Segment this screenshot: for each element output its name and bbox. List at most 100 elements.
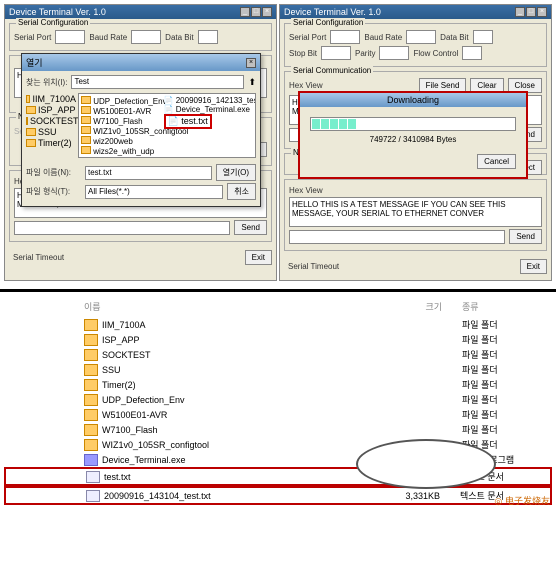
folder-icon [26,95,30,103]
right-app-window: Device Terminal Ver. 1.0 _ □ × Serial Co… [279,4,552,281]
file-type: 파일 폴더 [442,318,542,331]
explorer-header: 이름 크기 종류 [4,296,552,317]
file-item[interactable]: W7100_Flash [81,116,164,126]
explorer-row[interactable]: Timer(2)파일 폴더 [4,377,552,392]
col-size[interactable]: 크기 [382,300,442,313]
folder-icon [81,136,91,144]
sidebar-folder[interactable]: SOCKTEST [26,116,76,126]
network-send-input[interactable] [289,230,505,244]
maximize-icon[interactable]: □ [526,7,536,17]
folder-icon [81,116,91,124]
folder-icon [84,394,98,406]
minimize-icon[interactable]: _ [240,7,250,17]
file-name: IIM_7100A [102,320,382,330]
file-type: 파일 폴더 [442,363,542,376]
label-data-bit: Data Bit [440,33,468,42]
label-serial-port: Serial Port [14,33,51,42]
file-name: SOCKTEST [102,350,382,360]
progress-text: 749722 / 3410984 Bytes [310,135,516,144]
file-icon [86,471,100,483]
data-bit-select[interactable] [473,30,493,44]
folder-icon [84,349,98,361]
minimize-icon[interactable]: _ [515,7,525,17]
explorer-row[interactable]: SOCKTEST 파일 폴더 [4,347,552,362]
label-stop-bit: Stop Bit [289,49,317,58]
open-button[interactable]: 열기(O) [216,164,256,181]
look-in-select[interactable]: Test [71,75,244,89]
file-item[interactable]: W5100E01-AVR [81,106,164,116]
label-hex-view: Hex View [289,186,323,195]
file-item[interactable]: 📄 test.txt [164,114,247,129]
parity-select[interactable] [379,46,409,60]
folder-icon [81,126,91,134]
folder-icon [26,117,28,125]
baud-rate-select[interactable] [131,30,161,44]
sidebar-folder[interactable]: ISP_APP [26,105,76,115]
folder-icon [26,139,36,147]
folder-icon [84,379,98,391]
explorer-row[interactable]: IIM_7100A 파일 폴더 [4,317,552,332]
file-type: 파일 폴더 [442,393,542,406]
exit-button[interactable]: Exit [245,250,272,265]
file-type: 파일 폴더 [442,348,542,361]
label-serial-timeout: Serial Timeout [9,253,64,262]
dialog-title: Downloading [387,95,439,105]
window-title: Device Terminal Ver. 1.0 [9,7,106,17]
file-item[interactable]: UDP_Defection_Env [81,96,164,106]
sidebar-folder[interactable]: IIM_7100A [26,94,76,104]
col-type[interactable]: 종류 [442,300,542,313]
up-icon[interactable]: ⬆ [248,77,256,88]
stop-bit-select[interactable] [321,46,351,60]
file-name: Timer(2) [102,380,382,390]
data-bit-select[interactable] [198,30,218,44]
close-icon[interactable]: × [537,7,547,17]
sidebar-folder[interactable]: SSU [26,127,76,137]
file-size: 3,331KB [380,491,440,501]
cancel-button[interactable]: Cancel [477,154,516,169]
explorer-row[interactable]: W5100E01-AVR파일 폴더 [4,407,552,422]
dialog-file-list[interactable]: UDP_Defection_Env W5100E01-AVR W7100_Fla… [78,93,256,158]
download-dialog: Downloading 749722 / 3410984 Bytes Cance… [298,91,528,179]
cancel-button[interactable]: 취소 [227,183,256,200]
send-button[interactable]: Send [234,220,267,235]
explorer-row[interactable]: 20090916_143104_test.txt3,331KB텍스트 문서 [4,486,552,505]
folder-icon [81,96,91,104]
baud-rate-select[interactable] [406,30,436,44]
progress-bar [310,117,516,131]
label-serial-port: Serial Port [289,33,326,42]
group-title: Serial Communication [291,66,373,75]
explorer-row[interactable]: SSU 파일 폴더 [4,362,552,377]
logo-icon: ◎ [494,496,502,506]
serial-config-group: Serial Configuration Serial Port Baud Ra… [284,23,547,67]
maximize-icon[interactable]: □ [251,7,261,17]
file-item[interactable]: wizs2e_with_udp [81,146,164,156]
network-send-input[interactable] [14,221,230,235]
file-name: ISP_APP [102,335,382,345]
sidebar-folder[interactable]: Timer(2) [26,138,76,148]
filetype-select[interactable]: All Files(*.*) [85,185,223,199]
file-type: 파일 폴더 [442,333,542,346]
file-name: WIZ1v0_105SR_configtool [102,440,382,450]
dialog-close-icon[interactable]: × [246,58,256,68]
explorer-row[interactable]: W7100_Flash파일 폴더 [4,422,552,437]
explorer-row[interactable]: ISP_APP 파일 폴더 [4,332,552,347]
callout-bubble [356,439,496,489]
network-output: HELLO THIS IS A TEST MESSAGE IF YOU CAN … [289,197,542,227]
file-name: W5100E01-AVR [102,410,382,420]
serial-port-select[interactable] [55,30,85,44]
file-item[interactable]: 📄 Device_Terminal.exe [164,105,247,114]
explorer-row[interactable]: UDP_Defection_Env파일 폴더 [4,392,552,407]
filename-input[interactable]: test.txt [85,166,212,180]
exit-button[interactable]: Exit [520,259,547,274]
serial-port-select[interactable] [330,30,360,44]
col-name[interactable]: 이름 [84,300,382,313]
file-name: SSU [102,365,382,375]
flow-control-select[interactable] [462,46,482,60]
label-filename: 파일 이름(N): [26,167,81,178]
file-name: Device_Terminal.exe [102,455,382,465]
file-item[interactable]: 📄 20090916_142133_test.txt [164,96,247,105]
send-button[interactable]: Send [509,229,542,244]
file-item[interactable]: WIZ1v0_105SR_configtool [81,126,164,136]
close-icon[interactable]: × [262,7,272,17]
file-item[interactable]: wiz200web [81,136,164,146]
